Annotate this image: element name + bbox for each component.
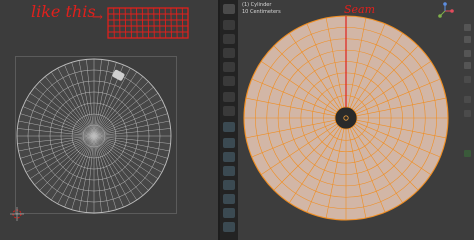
poly-build-tool-icon[interactable]: [223, 208, 235, 218]
3d-cursor-icon[interactable]: [10, 207, 24, 221]
center-hole: [334, 106, 358, 130]
cursor-tool-icon[interactable]: [223, 20, 235, 30]
tool-shelf: [220, 0, 238, 240]
knife-tool-icon[interactable]: [223, 194, 235, 204]
xray-icon[interactable]: [464, 110, 471, 117]
add-cube-tool-icon[interactable]: [223, 122, 235, 132]
scale-tool-icon[interactable]: [223, 62, 235, 72]
grid-example-sketch: [107, 7, 189, 39]
navigation-gizmo-icon[interactable]: [436, 2, 454, 20]
overlay-icon[interactable]: [464, 76, 471, 83]
pan-icon[interactable]: [464, 36, 471, 43]
bevel-tool-icon[interactable]: [223, 166, 235, 176]
loop-cut-tool-icon[interactable]: [223, 180, 235, 190]
select-tool-icon[interactable]: [223, 4, 235, 14]
uv-editor-viewport[interactable]: like this →: [0, 0, 218, 240]
transform-tool-icon[interactable]: [223, 76, 235, 86]
like-this-annotation: like this: [31, 2, 96, 21]
arrow-annotation: →: [92, 10, 103, 25]
annotate-tool-icon[interactable]: [223, 92, 235, 102]
camera-icon[interactable]: [464, 50, 471, 57]
cylinder-top-face: [243, 15, 449, 221]
grid-icon[interactable]: [464, 62, 471, 69]
3d-viewport[interactable]: (1) Cylinder 10 Centimeters Seam: [238, 0, 474, 240]
zoom-icon[interactable]: [464, 24, 471, 31]
move-tool-icon[interactable]: [223, 34, 235, 44]
spin-tool-icon[interactable]: [223, 222, 235, 232]
extrude-tool-icon[interactable]: [223, 138, 235, 148]
render-icon[interactable]: [464, 150, 471, 157]
shading-icon[interactable]: [464, 96, 471, 103]
measure-tool-icon[interactable]: [223, 106, 235, 116]
inset-tool-icon[interactable]: [223, 152, 235, 162]
rotate-tool-icon[interactable]: [223, 48, 235, 58]
